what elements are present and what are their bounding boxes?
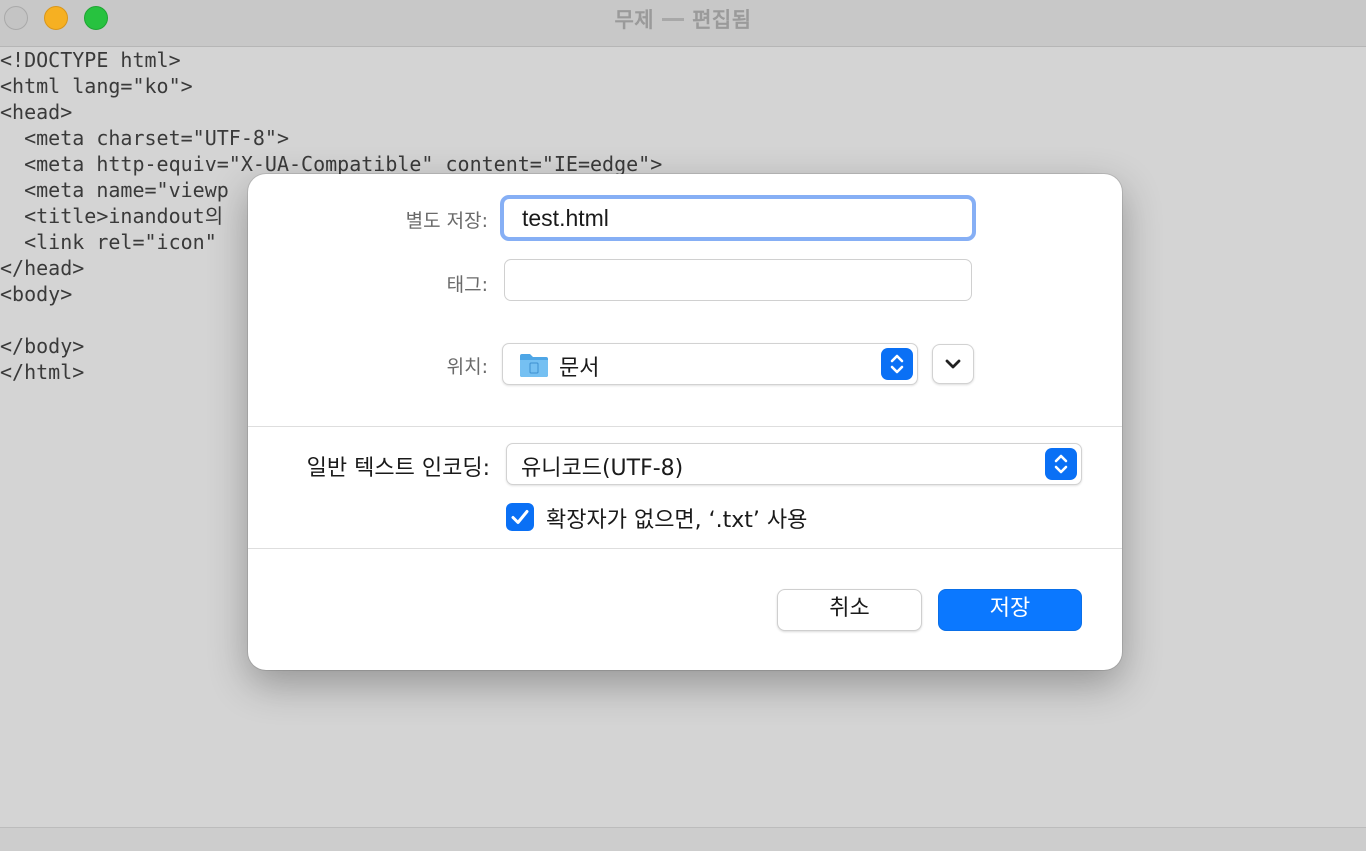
edited-status: 편집됨 [692, 8, 752, 32]
expand-dialog-button[interactable] [932, 344, 974, 384]
code-line: <html lang="ko"> [0, 74, 193, 98]
save-dialog: 별도 저장: 태그: 위치: 문서 일반 텍스트 인코딩: 유니코드(UTF-8… [248, 174, 1122, 670]
location-popup[interactable]: 문서 [502, 343, 918, 385]
encoding-popup[interactable]: 유니코드(UTF-8) [506, 443, 1082, 485]
folder-icon [520, 354, 548, 377]
tags-label: 태그: [446, 274, 488, 296]
save-as-label: 별도 저장: [405, 210, 488, 232]
save-as-field[interactable] [500, 195, 976, 241]
code-line: <meta charset="UTF-8"> [0, 126, 289, 150]
up-down-chevron-icon [1045, 448, 1077, 480]
code-line: <head> [0, 100, 73, 124]
encoding-label: 일반 텍스트 인코딩: [306, 456, 490, 481]
encoding-value: 유니코드(UTF-8) [521, 456, 684, 481]
code-line: <!DOCTYPE html> [0, 48, 181, 72]
save-button[interactable]: 저장 [938, 589, 1082, 631]
txt-extension-label[interactable]: 확장자가 없으면, ‘.txt’ 사용 [546, 502, 807, 534]
location-value: 문서 [559, 356, 600, 381]
location-label: 위치: [446, 356, 488, 378]
up-down-chevron-icon [881, 348, 913, 380]
tags-field[interactable] [504, 259, 972, 301]
window-title: 무제 편집됨 [0, 4, 1366, 34]
cancel-button[interactable]: 취소 [777, 589, 922, 631]
txt-extension-checkbox[interactable] [506, 503, 534, 531]
divider [248, 426, 1122, 427]
window-bottom-bar [0, 827, 1366, 851]
divider [248, 548, 1122, 549]
checkmark-icon [511, 510, 529, 524]
document-title: 무제 [614, 8, 655, 32]
title-separator [662, 17, 685, 21]
chevron-down-icon [945, 359, 961, 369]
window-titlebar: 무제 편집됨 [0, 0, 1366, 47]
